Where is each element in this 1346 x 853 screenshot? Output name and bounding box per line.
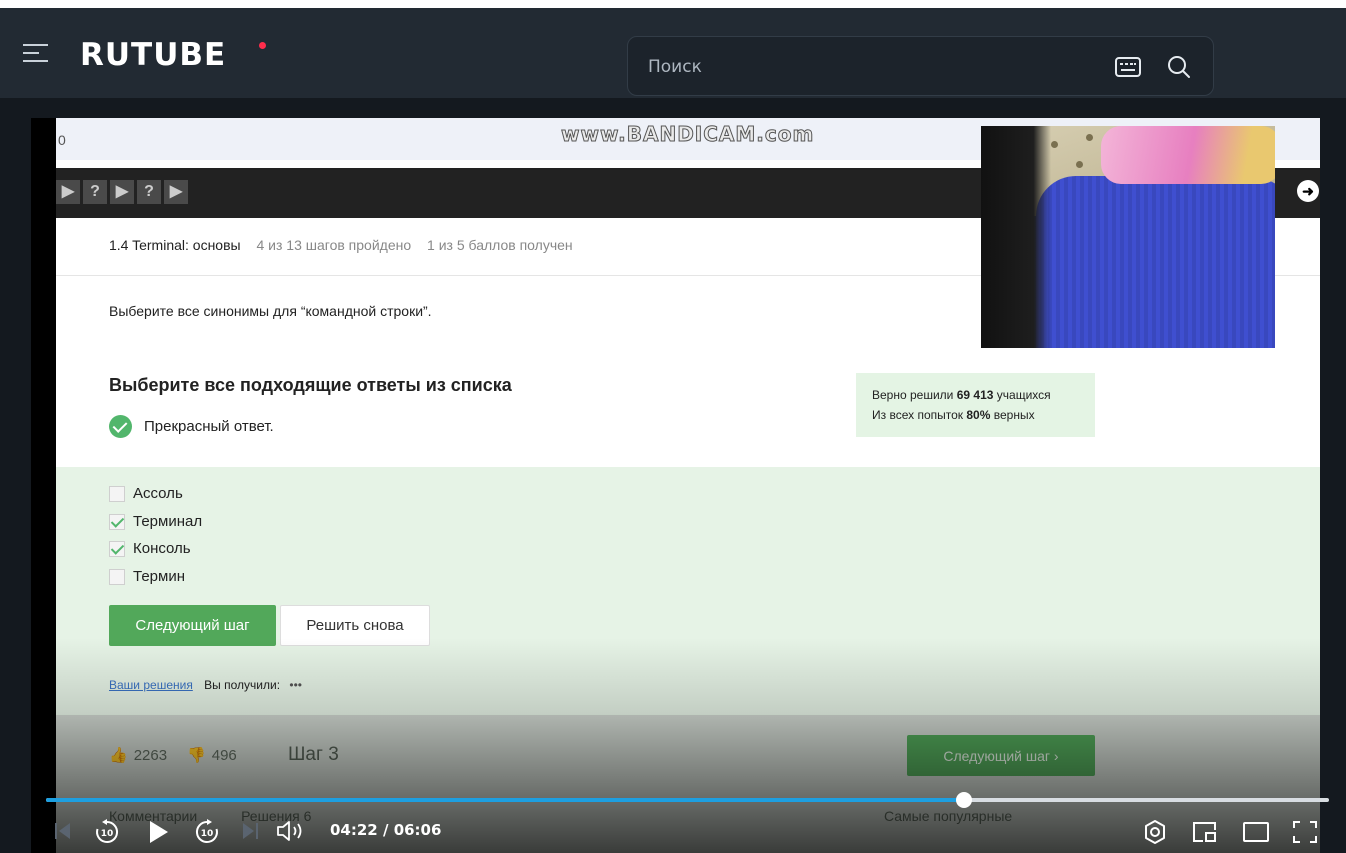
thumbs-up-icon: 👍 <box>109 747 128 764</box>
attempts-prefix: Из всех попыток <box>872 408 964 422</box>
svg-text:10: 10 <box>101 829 114 839</box>
thumbs-down-icon: 👎 <box>187 747 206 764</box>
option-label: Термин <box>133 568 185 585</box>
loading-dots: ••• <box>289 678 302 692</box>
volume-icon[interactable] <box>276 819 306 843</box>
url-fragment: 0 <box>58 132 66 148</box>
verdict: Прекрасный ответ. <box>109 415 274 438</box>
video-step-icon: ▶ <box>164 180 188 204</box>
checkbox <box>109 540 125 557</box>
search-icon[interactable] <box>1167 55 1191 79</box>
progress-bar[interactable] <box>46 792 1329 808</box>
checkbox <box>109 485 125 502</box>
lesson-info: 1.4 Terminal: основы 4 из 13 шагов пройд… <box>109 237 573 253</box>
play-icon[interactable] <box>148 819 170 845</box>
lesson-title: 1.4 Terminal: основы <box>109 237 241 253</box>
solve-again-button: Решить снова <box>280 605 430 646</box>
dislikes-count: 496 <box>211 746 237 764</box>
duration: 06:06 <box>393 821 442 839</box>
hair <box>981 126 1051 348</box>
svg-text:10: 10 <box>201 829 214 839</box>
video-step-icon: ▶ <box>110 180 134 204</box>
option-0: Ассоль <box>109 485 183 502</box>
you-got-label: Вы получили: <box>204 678 281 692</box>
site-header: RUTUBE <box>0 8 1346 98</box>
verdict-text: Прекрасный ответ. <box>144 418 274 435</box>
solved-count: 69 413 <box>956 388 994 402</box>
app-badge-icon: ➜ <box>1297 180 1319 202</box>
steps-progress: 4 из 13 шагов пройдено <box>256 237 412 253</box>
menu-icon[interactable] <box>23 42 48 64</box>
next-step-small-button: Следующий шаг › <box>907 735 1095 776</box>
your-solutions-link: Ваши решения <box>109 678 193 692</box>
option-2: Консоль <box>109 540 191 557</box>
option-label: Консоль <box>133 540 191 557</box>
wall-dot <box>1051 141 1058 148</box>
option-label: Терминал <box>133 513 203 530</box>
search-box <box>627 36 1214 96</box>
next-step-button: Следующий шаг <box>109 605 276 646</box>
sort-label: Самые популярные <box>884 808 1013 824</box>
quiz-step-icon: ? <box>83 180 107 204</box>
forward-10-icon[interactable]: 10 <box>194 819 220 845</box>
webcam-overlay <box>981 126 1275 348</box>
check-circle-icon <box>109 415 132 438</box>
solved-line: Верно решили 69 413 учащихся <box>872 385 1079 405</box>
checkbox <box>109 568 125 585</box>
wall-dot <box>1076 161 1083 168</box>
wall-dot <box>1086 134 1093 141</box>
option-3: Термин <box>109 568 185 585</box>
attempts-suffix: верных <box>993 408 1035 422</box>
time-display: 04:22 / 06:06 <box>330 821 442 839</box>
step-label: Шаг 3 <box>288 744 339 765</box>
previous-icon[interactable] <box>53 820 73 842</box>
rewind-10-icon[interactable]: 10 <box>94 819 120 845</box>
solved-suffix: учащихся <box>996 388 1051 402</box>
search-input[interactable] <box>648 55 1088 79</box>
option-1: Терминал <box>109 513 202 530</box>
fullscreen-icon[interactable] <box>1292 820 1318 844</box>
step-icons: ▶ ? ▶ ? ▶ <box>56 180 188 204</box>
chevron-right-icon: › <box>1053 747 1059 764</box>
next-icon[interactable] <box>240 820 260 842</box>
top-border <box>0 0 1346 8</box>
keyboard-icon[interactable] <box>1115 57 1141 77</box>
picture-in-picture-icon[interactable] <box>1192 820 1218 844</box>
progress-fill <box>46 798 965 802</box>
current-time: 04:22 <box>330 821 378 839</box>
pillow <box>1101 126 1275 184</box>
score-progress: 1 из 5 баллов получен <box>427 237 573 253</box>
logo-dot <box>259 42 266 49</box>
theater-mode-icon[interactable] <box>1242 820 1270 844</box>
question-subtitle: Выберите все подходящие ответы из списка <box>109 375 512 395</box>
question-text: Выберите все синонимы для “командной стр… <box>109 303 432 319</box>
option-label: Ассоль <box>133 485 183 502</box>
quiz-step-icon: ? <box>137 180 161 204</box>
likes-count: 2263 <box>133 746 168 764</box>
attempts-percent: 80% <box>966 408 991 422</box>
next-small-label: Следующий шаг <box>943 747 1051 764</box>
video-player[interactable]: 0 www.BANDICAM.com ▶ ? ▶ ? ▶ 1.4 Termina… <box>31 118 1320 853</box>
settings-icon[interactable] <box>1142 819 1168 845</box>
your-solutions: Ваши решения Вы получили: ••• <box>109 678 302 692</box>
bandicam-watermark: www.BANDICAM.com <box>560 122 815 147</box>
checkbox <box>109 513 125 530</box>
solved-prefix: Верно решили <box>872 388 954 402</box>
video-step-icon: ▶ <box>56 180 80 204</box>
reactions: 👍 2263 👎 496 <box>109 746 237 765</box>
blanket <box>1036 176 1275 348</box>
rutube-logo[interactable]: RUTUBE <box>80 37 226 73</box>
stats-box: Верно решили 69 413 учащихся Из всех поп… <box>856 373 1095 437</box>
attempts-line: Из всех попыток 80% верных <box>872 405 1079 425</box>
sort-control: Самые популярные <box>884 808 1012 824</box>
